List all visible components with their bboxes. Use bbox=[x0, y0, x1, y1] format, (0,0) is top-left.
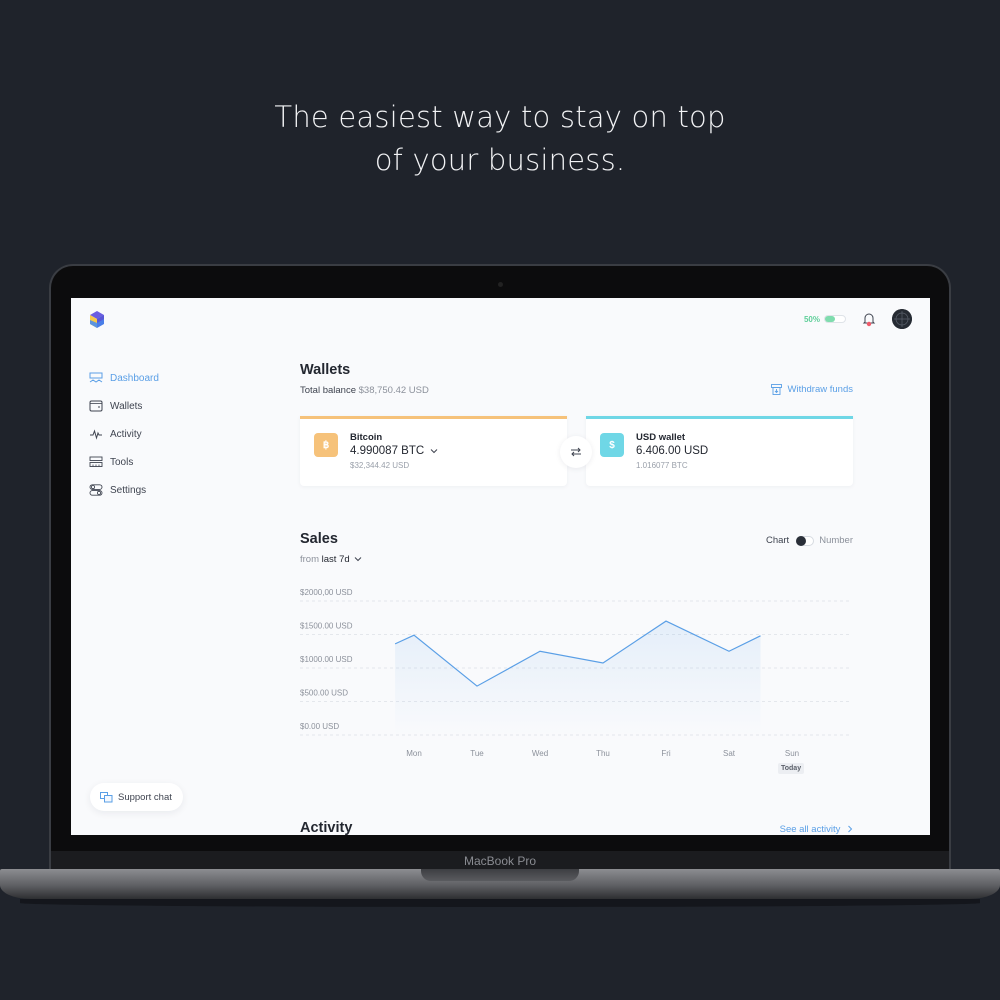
dashboard-icon bbox=[89, 372, 103, 383]
range-value: last 7d bbox=[321, 554, 350, 565]
sidebar-nav: Dashboard Wallets Activity Tools Setting… bbox=[89, 364, 159, 504]
withdraw-icon bbox=[770, 384, 782, 395]
total-balance-label: Total balance bbox=[300, 385, 356, 396]
y-tick-label: $0.00 USD bbox=[300, 722, 339, 731]
toggle-knob bbox=[796, 535, 807, 546]
sales-title: Sales bbox=[300, 531, 338, 547]
battery-indicator bbox=[824, 315, 846, 323]
wallet-name: USD wallet bbox=[636, 432, 686, 443]
wallet-name: Bitcoin bbox=[350, 432, 383, 443]
tools-icon bbox=[89, 456, 103, 467]
range-prefix: from bbox=[300, 554, 319, 565]
sales-chart: $0.00 USD $500.00 USD $1000.00 USD $1500.00… bbox=[300, 588, 850, 758]
x-tick-label: Sun bbox=[785, 749, 799, 758]
laptop-notch bbox=[421, 869, 579, 881]
wallet-secondary: 1.016077 BTC bbox=[636, 461, 688, 470]
toggle-label-chart[interactable]: Chart bbox=[766, 535, 789, 546]
x-tick-label: Sat bbox=[723, 749, 736, 758]
battery-percent: 50% bbox=[803, 314, 820, 324]
activity-icon bbox=[90, 429, 102, 440]
marketing-headline: The easiest way to stay on top of your b… bbox=[0, 96, 1000, 182]
wallet-amount: 6.406.00 USD bbox=[636, 445, 709, 457]
sales-data-point[interactable] bbox=[391, 640, 399, 648]
wallet-secondary: $32,344.42 USD bbox=[350, 461, 410, 470]
withdraw-funds-link[interactable]: Withdraw funds bbox=[770, 384, 853, 395]
wallets-title: Wallets bbox=[300, 362, 351, 378]
sidebar-item-wallets[interactable]: Wallets bbox=[89, 392, 159, 420]
total-balance-value: $38,750.42 USD bbox=[358, 385, 429, 396]
chevron-down-icon[interactable] bbox=[430, 448, 438, 454]
bell-icon[interactable] bbox=[862, 311, 876, 327]
sales-data-point[interactable] bbox=[757, 632, 765, 640]
sidebar-item-label: Dashboard bbox=[110, 372, 159, 384]
dollar-icon: $ bbox=[600, 433, 624, 457]
sales-data-point[interactable] bbox=[662, 617, 670, 625]
x-tick-label: Thu bbox=[596, 749, 610, 758]
wallet-amount[interactable]: 4.990087 BTC bbox=[350, 445, 438, 457]
wallet-card-accent-bar bbox=[300, 416, 567, 419]
x-tick-label: Fri bbox=[661, 749, 671, 758]
sidebar-item-settings[interactable]: Settings bbox=[89, 476, 159, 504]
sales-data-point[interactable] bbox=[599, 659, 607, 667]
app-screen: 50% Dashboard Wallets Activity Tools Set… bbox=[71, 298, 930, 835]
sales-data-point[interactable] bbox=[410, 631, 418, 639]
sales-area-fill bbox=[395, 621, 761, 735]
chevron-right-icon bbox=[848, 826, 853, 833]
sidebar-item-label: Settings bbox=[110, 484, 147, 496]
see-all-label: See all activity bbox=[779, 824, 841, 835]
topbar-right: 50% bbox=[804, 309, 912, 329]
sales-data-point[interactable] bbox=[536, 647, 544, 655]
swap-wallets-button[interactable] bbox=[560, 436, 592, 468]
sidebar-item-tools[interactable]: Tools bbox=[89, 448, 159, 476]
wallet-card-accent-bar bbox=[586, 416, 853, 419]
x-tick-label: Wed bbox=[532, 749, 548, 758]
wallet-amount-value: 4.990087 BTC bbox=[350, 445, 425, 457]
activity-title: Activity bbox=[300, 820, 353, 835]
device-label: MacBook Pro bbox=[463, 854, 537, 868]
toggle-label-number[interactable]: Number bbox=[819, 535, 853, 546]
total-balance: Total balance $38,750.42 USD bbox=[300, 385, 429, 396]
y-tick-label: $2000,00 USD bbox=[300, 588, 353, 597]
sales-range-selector[interactable]: from last 7d bbox=[300, 554, 362, 565]
battery-fill bbox=[825, 316, 835, 322]
sales-data-point[interactable] bbox=[725, 647, 733, 655]
sidebar-item-label: Activity bbox=[110, 428, 142, 440]
support-chat-label: Support chat bbox=[118, 791, 172, 803]
sales-data-point[interactable] bbox=[473, 682, 481, 690]
x-tick-label: Mon bbox=[406, 749, 422, 758]
view-toggle-switch[interactable] bbox=[796, 535, 815, 546]
y-tick-label: $1500.00 USD bbox=[300, 622, 353, 631]
headline-line-2: of your business. bbox=[374, 143, 626, 177]
y-tick-label: $1000.00 USD bbox=[300, 655, 353, 664]
chart-number-toggle: Chart Number bbox=[766, 535, 853, 546]
camera-dot bbox=[498, 282, 503, 287]
chat-bubbles-icon bbox=[100, 791, 113, 802]
swap-arrows-icon bbox=[571, 447, 581, 457]
see-all-activity-link[interactable]: See all activity bbox=[780, 824, 853, 835]
today-badge: Today bbox=[778, 763, 805, 774]
notification-dot bbox=[866, 321, 872, 327]
y-tick-label: $500.00 USD bbox=[300, 689, 348, 698]
chevron-down-icon bbox=[354, 557, 362, 562]
support-chat-button[interactable]: Support chat bbox=[90, 783, 183, 811]
withdraw-funds-label: Withdraw funds bbox=[787, 384, 853, 395]
bitcoin-icon: ฿ bbox=[314, 433, 338, 457]
sidebar-item-label: Tools bbox=[110, 456, 134, 468]
sidebar-item-label: Wallets bbox=[110, 400, 143, 412]
sidebar-item-dashboard[interactable]: Dashboard bbox=[89, 364, 159, 392]
wallet-card-bitcoin[interactable]: ฿ Bitcoin 4.990087 BTC $32,344.42 USD bbox=[300, 416, 567, 486]
cube-logo-icon[interactable] bbox=[89, 311, 105, 328]
laptop-shadow bbox=[20, 899, 980, 907]
sidebar-item-activity[interactable]: Activity bbox=[89, 420, 159, 448]
headline-line-1: The easiest way to stay on top bbox=[274, 100, 726, 134]
wallet-icon bbox=[89, 400, 103, 412]
avatar[interactable] bbox=[892, 309, 912, 329]
x-tick-label: Tue bbox=[470, 749, 484, 758]
settings-icon bbox=[89, 484, 103, 496]
wallet-card-usd[interactable]: $ USD wallet 6.406.00 USD 1.016077 BTC bbox=[586, 416, 853, 486]
